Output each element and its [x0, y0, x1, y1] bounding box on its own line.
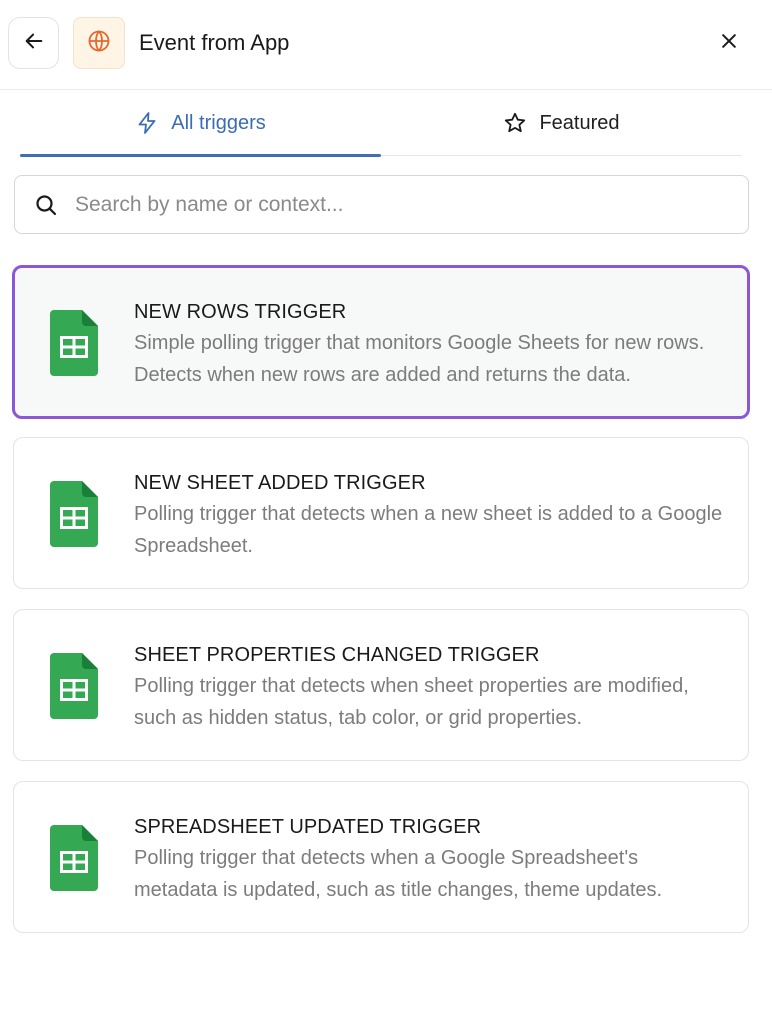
- search-icon: [33, 192, 59, 218]
- trigger-description: Polling trigger that detects when sheet …: [134, 675, 689, 729]
- trigger-title: NEW ROWS TRIGGER: [134, 301, 347, 323]
- back-button[interactable]: [8, 17, 59, 69]
- trigger-tabs: All triggers Featured: [20, 90, 742, 157]
- arrow-left-icon: [23, 30, 45, 57]
- trigger-title: SPREADSHEET UPDATED TRIGGER: [134, 816, 482, 838]
- trigger-list: NEW ROWS TRIGGER Simple polling trigger …: [12, 265, 750, 953]
- panel-title: Event from App: [139, 30, 290, 55]
- trigger-title: SHEET PROPERTIES CHANGED TRIGGER: [134, 644, 540, 666]
- star-icon: [503, 111, 527, 135]
- tab-label: All triggers: [171, 111, 266, 134]
- trigger-description: Simple polling trigger that monitors Goo…: [134, 332, 705, 386]
- card-text: NEW ROWS TRIGGER Simple polling trigger …: [134, 297, 724, 391]
- close-button[interactable]: [709, 23, 749, 63]
- card-text: SPREADSHEET UPDATED TRIGGER Polling trig…: [134, 812, 724, 906]
- trigger-title: NEW SHEET ADDED TRIGGER: [134, 472, 426, 494]
- app-icon-tile: [73, 17, 125, 69]
- trigger-picker-panel: Event from App All triggers Featured Sea…: [0, 0, 772, 1024]
- trigger-description: Polling trigger that detects when a new …: [134, 503, 723, 557]
- card-text: SHEET PROPERTIES CHANGED TRIGGER Polling…: [134, 640, 724, 734]
- google-sheets-icon: [50, 825, 98, 891]
- trigger-card-new-rows[interactable]: NEW ROWS TRIGGER Simple polling trigger …: [12, 265, 750, 419]
- globe-icon: [87, 29, 111, 58]
- tab-all-triggers[interactable]: All triggers: [20, 90, 381, 157]
- trigger-card-sheet-properties-changed[interactable]: SHEET PROPERTIES CHANGED TRIGGER Polling…: [13, 609, 749, 761]
- lightning-icon: [135, 111, 159, 135]
- card-text: NEW SHEET ADDED TRIGGER Polling trigger …: [134, 468, 724, 562]
- tab-label: Featured: [539, 111, 620, 134]
- close-icon: [719, 31, 739, 56]
- search-input[interactable]: [59, 176, 748, 233]
- google-sheets-icon: [50, 310, 98, 376]
- trigger-card-spreadsheet-updated[interactable]: SPREADSHEET UPDATED TRIGGER Polling trig…: [13, 781, 749, 933]
- trigger-description: Polling trigger that detects when a Goog…: [134, 847, 663, 901]
- tab-featured[interactable]: Featured: [381, 90, 742, 156]
- search-box: [14, 175, 749, 234]
- panel-header: Event from App: [0, 0, 772, 90]
- google-sheets-icon: [50, 481, 98, 547]
- google-sheets-icon: [50, 653, 98, 719]
- trigger-card-new-sheet-added[interactable]: NEW SHEET ADDED TRIGGER Polling trigger …: [13, 437, 749, 589]
